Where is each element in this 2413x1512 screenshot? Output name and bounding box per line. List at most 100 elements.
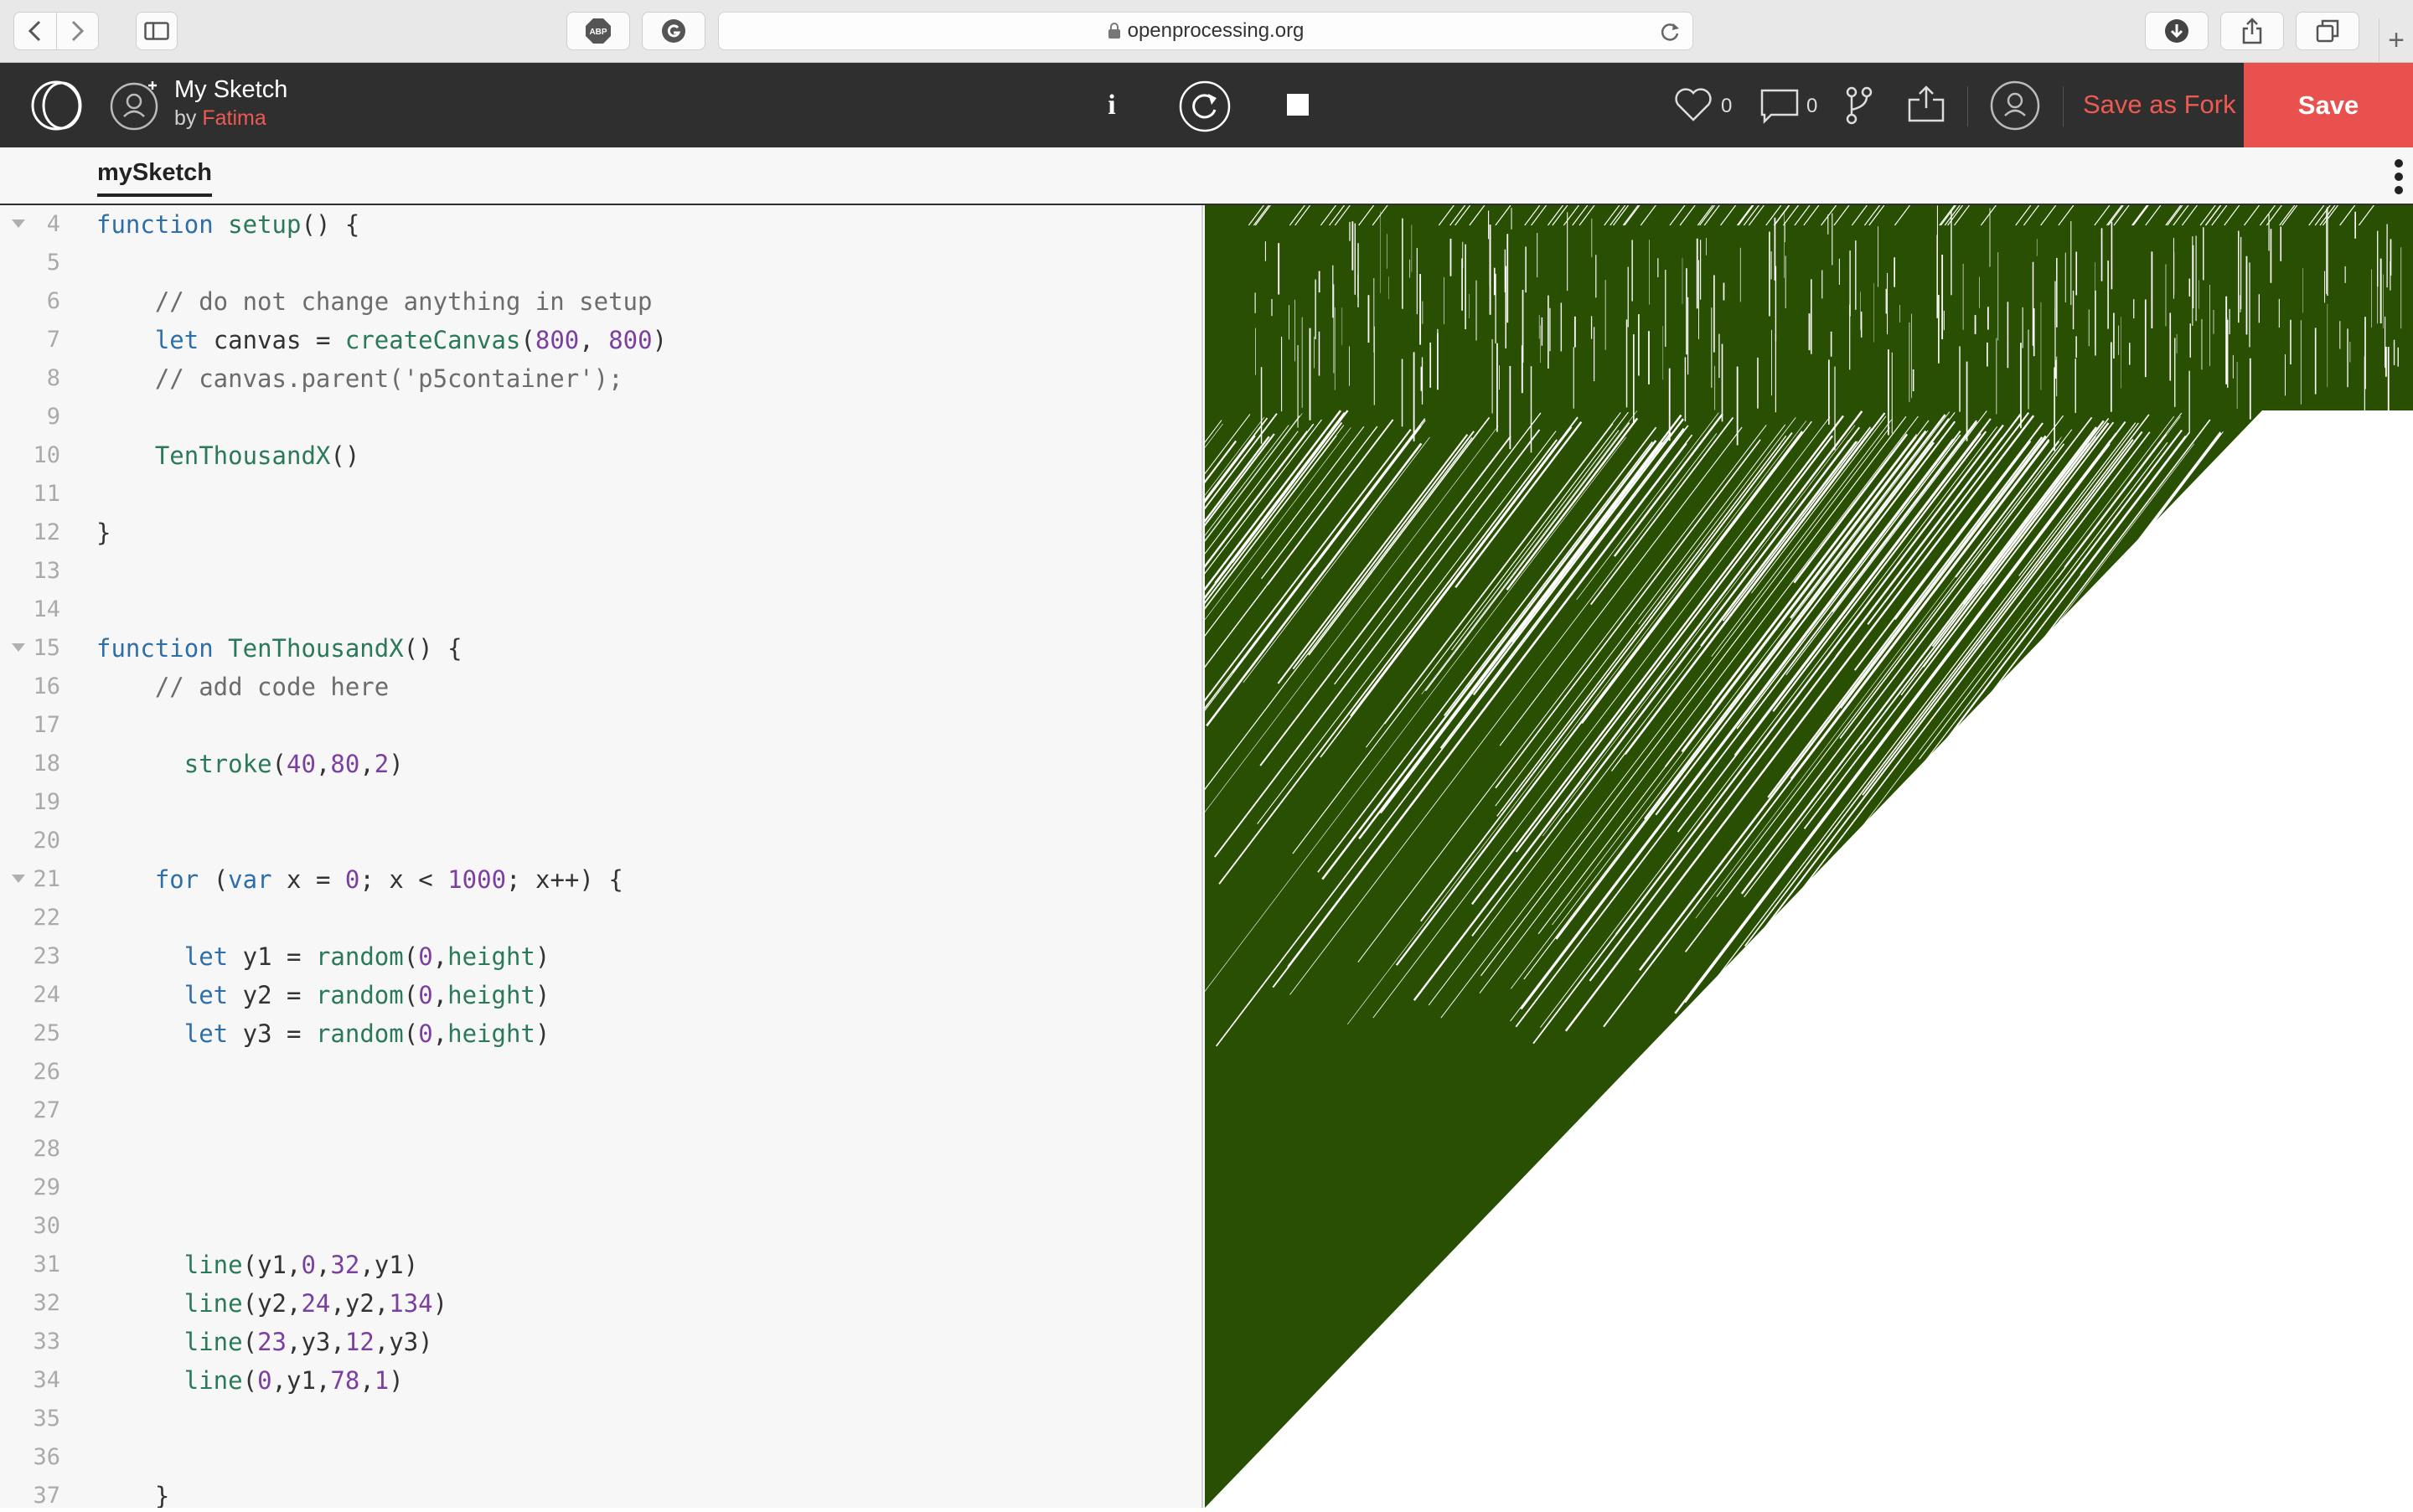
- adblock-extension-button[interactable]: ABP: [566, 12, 630, 50]
- author-avatar[interactable]: [109, 78, 163, 136]
- code-line[interactable]: 37 }: [0, 1477, 1201, 1508]
- tab-mysketch[interactable]: mySketch: [97, 159, 213, 197]
- line-number: 15: [33, 635, 60, 661]
- code-line[interactable]: 8 // canvas.parent('p5container');: [0, 359, 1201, 398]
- user-menu-button[interactable]: [1989, 80, 2041, 132]
- code-line[interactable]: 34 line(0,y1,78,1): [0, 1361, 1201, 1400]
- save-button[interactable]: Save: [2244, 63, 2413, 147]
- line-number: 11: [33, 481, 60, 507]
- code-line[interactable]: 16 // add code here: [0, 668, 1201, 706]
- code-line[interactable]: 30: [0, 1207, 1201, 1246]
- comment-icon: [1760, 89, 1799, 125]
- lock-icon: [1108, 23, 1120, 39]
- code-line[interactable]: 23 let y1 = random(0,height): [0, 937, 1201, 976]
- code-line[interactable]: 10 TenThousandX(): [0, 436, 1201, 475]
- code-line[interactable]: 31 line(y1,0,32,y1): [0, 1246, 1201, 1284]
- heart-icon: [1675, 88, 1712, 121]
- restart-button[interactable]: [1178, 80, 1232, 133]
- line-number: 28: [33, 1136, 60, 1162]
- info-button[interactable]: i: [1098, 85, 1126, 126]
- comment-button[interactable]: [1759, 88, 1800, 125]
- code-line[interactable]: 26: [0, 1053, 1201, 1091]
- share-browser-button[interactable]: [2220, 12, 2284, 50]
- line-number: 32: [33, 1290, 60, 1316]
- code-line[interactable]: 13: [0, 552, 1201, 591]
- code-line[interactable]: 32 line(y2,24,y2,134): [0, 1284, 1201, 1323]
- code-line[interactable]: 28: [0, 1130, 1201, 1169]
- browser-toolbar: ABP openprocessing.org +: [0, 0, 2413, 63]
- code-line[interactable]: 15 function TenThousandX() {: [0, 629, 1201, 668]
- sketch-canvas[interactable]: [773, 204, 2413, 1508]
- line-number: 16: [33, 673, 60, 699]
- code-line[interactable]: 6 // do not change anything in setup: [0, 282, 1201, 321]
- header-divider: [1967, 86, 1968, 126]
- code-text: line(y2,24,y2,134): [183, 1289, 448, 1318]
- code-line[interactable]: 11: [0, 475, 1201, 513]
- line-number: 25: [33, 1020, 60, 1046]
- code-text: line(0,y1,78,1): [183, 1366, 404, 1395]
- stop-button[interactable]: [1287, 94, 1309, 116]
- line-number: 10: [33, 442, 60, 468]
- comment-count: 0: [1806, 95, 1818, 117]
- code-line[interactable]: 7 let canvas = createCanvas(800, 800): [0, 321, 1201, 359]
- code-text: line(y1,0,32,y1): [183, 1251, 419, 1279]
- code-line[interactable]: 33 line(23,y3,12,y3): [0, 1323, 1201, 1361]
- new-tab-button[interactable]: +: [2379, 18, 2413, 63]
- code-line[interactable]: 22: [0, 899, 1201, 937]
- tabs-overview-button[interactable]: [2296, 12, 2359, 50]
- like-button[interactable]: [1674, 86, 1713, 123]
- code-line[interactable]: 18 stroke(40,80,2): [0, 745, 1201, 783]
- sketch-title[interactable]: My Sketch: [174, 76, 287, 104]
- share-sketch-button[interactable]: [1907, 85, 1945, 123]
- line-number: 21: [33, 866, 60, 892]
- grammarly-extension-button[interactable]: [642, 12, 705, 50]
- code-line[interactable]: 24 let y2 = random(0,height): [0, 976, 1201, 1014]
- code-line[interactable]: 25 let y3 = random(0,height): [0, 1014, 1201, 1053]
- line-number: 30: [33, 1213, 60, 1239]
- code-line[interactable]: 12}: [0, 513, 1201, 552]
- line-number: 13: [33, 558, 60, 584]
- line-number: 34: [33, 1367, 60, 1393]
- line-number: 4: [46, 211, 60, 237]
- code-line[interactable]: 19: [0, 783, 1201, 822]
- line-number: 37: [33, 1483, 60, 1508]
- app-header: My Sketch by Fatima i 0 0 Save as Fork S…: [0, 63, 2413, 147]
- forward-button[interactable]: [56, 13, 98, 49]
- code-line[interactable]: 20: [0, 822, 1201, 860]
- line-number: 14: [33, 596, 60, 622]
- code-line[interactable]: 4 function setup() {: [0, 205, 1201, 244]
- code-line[interactable]: 5: [0, 244, 1201, 282]
- openprocessing-logo[interactable]: [25, 80, 87, 136]
- code-line[interactable]: 17: [0, 706, 1201, 745]
- code-line[interactable]: 9: [0, 398, 1201, 436]
- sidebar-toggle-button[interactable]: [136, 12, 178, 50]
- downloads-button[interactable]: [2145, 12, 2209, 50]
- line-number: 12: [33, 519, 60, 545]
- line-number: 29: [33, 1174, 60, 1200]
- line-number: 36: [33, 1444, 60, 1470]
- code-text: let canvas = createCanvas(800, 800): [154, 326, 668, 354]
- author-link[interactable]: Fatima: [202, 106, 266, 130]
- code-line[interactable]: 35: [0, 1400, 1201, 1438]
- save-as-fork-button[interactable]: Save as Fork: [2083, 90, 2236, 120]
- code-line[interactable]: 29: [0, 1169, 1201, 1207]
- more-options-button[interactable]: [2393, 157, 2405, 200]
- code-line[interactable]: 14: [0, 591, 1201, 629]
- share-icon: [1908, 85, 1945, 122]
- fork-button[interactable]: [1845, 86, 1873, 125]
- line-number: 5: [46, 250, 60, 276]
- code-line[interactable]: 36: [0, 1438, 1201, 1477]
- line-number: 20: [33, 828, 60, 854]
- code-line[interactable]: 27: [0, 1091, 1201, 1130]
- kebab-menu-icon: [2395, 159, 2403, 194]
- reload-icon[interactable]: [1659, 21, 1681, 43]
- code-editor[interactable]: 4 function setup() { 5 6 // do not change a…: [0, 205, 1203, 1508]
- address-bar[interactable]: openprocessing.org: [718, 12, 1693, 50]
- code-line[interactable]: 21 for (var x = 0; x < 1000; x++) {: [0, 860, 1201, 899]
- back-button[interactable]: [14, 13, 56, 49]
- openprocessing-logo-icon: [31, 80, 82, 131]
- code-text: for (var x = 0; x < 1000; x++) {: [154, 865, 623, 894]
- line-number: 27: [33, 1097, 60, 1123]
- line-number: 17: [33, 712, 60, 738]
- code-text: // do not change anything in setup: [154, 287, 653, 316]
